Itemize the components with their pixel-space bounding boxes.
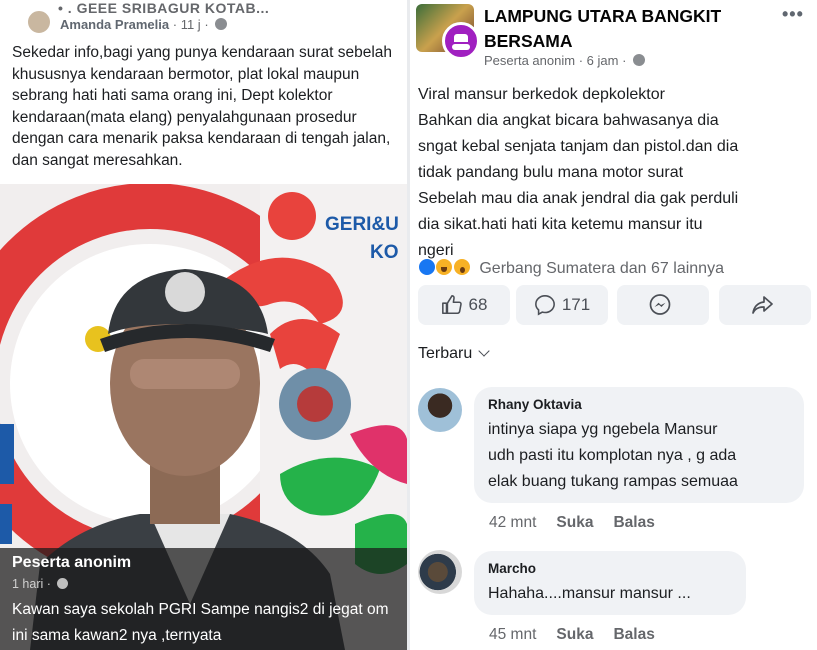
reactions-summary[interactable]: Gerbang Sumatera dan 67 lainnya	[418, 258, 724, 280]
comment-reply-button[interactable]: Balas	[613, 514, 654, 531]
post-meta: Peserta anonim · 6 jam ·	[484, 53, 646, 68]
overlay-separator: ·	[46, 577, 55, 591]
anonymous-member-icon	[442, 22, 480, 60]
comment-line: intinya siapa yg ngebela Mansur	[488, 421, 718, 438]
overlay-meta: 1 hari ·	[12, 577, 69, 591]
post-body: Sekedar info,bagi yang punya kendaraan s…	[12, 44, 393, 169]
comment-actions: 45 mnt Suka Balas	[489, 626, 675, 644]
author-name[interactable]: Amanda Pramelia	[60, 17, 169, 32]
comment-icon	[534, 295, 555, 316]
globe-icon	[57, 578, 69, 589]
post-meta: Amanda Pramelia · 11 j ·	[60, 17, 228, 32]
sign-text: GERI&U	[325, 214, 399, 235]
meta-separator: ·	[172, 17, 181, 32]
haha-reaction-icon	[435, 258, 454, 276]
meta-separator-2: ·	[622, 53, 631, 68]
overlay-author[interactable]: Peserta anonim	[12, 554, 131, 572]
author-avatar[interactable]	[26, 9, 52, 35]
chevron-down-icon	[478, 345, 490, 357]
comment-reply-button[interactable]: Balas	[613, 626, 654, 643]
sort-label: Terbaru	[418, 345, 473, 362]
like-count: 68	[468, 295, 488, 314]
comment-time[interactable]: 45 mnt	[489, 626, 536, 643]
comment-bubble: Marcho Hahaha....mansur mansur ...	[474, 551, 746, 615]
comment-sort-dropdown[interactable]: Terbaru	[418, 345, 490, 363]
commenter-name[interactable]: Marcho	[488, 561, 732, 576]
right-post-panel: LAMPUNG UTARA BANGKIT BERSAMA Peserta an…	[410, 0, 817, 650]
post-body-line: Bahkan dia angkat bicara bahwasanya dia	[418, 112, 719, 129]
post-body-line: sngat kebal senjata tanjam dan pistol.da…	[418, 138, 739, 155]
overlay-time[interactable]: 1 hari	[12, 577, 43, 591]
commenter-avatar[interactable]	[418, 550, 462, 594]
commenter-name[interactable]: Rhany Oktavia	[488, 397, 790, 412]
sign-text-2: KO	[370, 242, 399, 263]
comment-time[interactable]: 42 mnt	[489, 514, 536, 531]
group-title[interactable]: LAMPUNG UTARA BANGKIT BERSAMA	[484, 4, 774, 54]
wow-reaction-icon	[452, 258, 471, 276]
share-icon	[752, 296, 773, 314]
thumbs-up-icon	[441, 295, 462, 315]
comment-actions: 42 mnt Suka Balas	[489, 514, 675, 532]
overlay-body: Kawan saya sekolah PGRI Sampe nangis2 di…	[12, 601, 389, 644]
post-body-line: Sebelah mau dia anak jendral dia gak per…	[418, 190, 739, 207]
comment-button[interactable]: 171	[516, 285, 608, 325]
like-reaction-icon	[418, 258, 436, 276]
messenger-share-button[interactable]	[617, 285, 709, 325]
post-body-line: Viral mansur berkedok depkolektor	[418, 86, 665, 103]
left-post-panel: • . GEEE SRIBAGUR KOTAB... Amanda Pramel…	[0, 0, 407, 650]
post-header: • . GEEE SRIBAGUR KOTAB... Amanda Pramel…	[0, 0, 407, 36]
post-body: Viral mansur berkedok depkolektor Bahkan…	[418, 82, 814, 264]
globe-icon	[633, 54, 646, 66]
post-body-line: tidak pandang bulu mana motor surat	[418, 164, 684, 181]
comment-count: 171	[561, 295, 591, 314]
comment-bubble: Rhany Oktavia intinya siapa yg ngebela M…	[474, 387, 804, 503]
post-body-line: dia sikat.hati hati kita ketemu mansur i…	[418, 216, 703, 233]
meta-separator-2: ·	[204, 17, 213, 32]
share-button[interactable]	[719, 285, 811, 325]
messenger-icon	[649, 294, 671, 315]
comment-line: Hahaha....mansur mansur ...	[488, 585, 691, 602]
post-time[interactable]: 6 jam	[587, 53, 619, 68]
globe-icon	[215, 18, 228, 30]
commenter-avatar[interactable]	[418, 388, 462, 432]
group-name-truncated[interactable]: • . GEEE SRIBAGUR KOTAB...	[58, 0, 269, 16]
comment-line: udh pasti itu komplotan nya , g ada	[488, 447, 737, 464]
post-author[interactable]: Peserta anonim	[484, 53, 575, 68]
more-options-button[interactable]: •••	[782, 4, 804, 25]
comment-like-button[interactable]: Suka	[556, 514, 593, 531]
reactions-text: Gerbang Sumatera dan 67 lainnya	[479, 260, 724, 277]
post-time[interactable]: 11 j	[181, 17, 201, 32]
meta-separator: ·	[578, 53, 587, 68]
like-button[interactable]: 68	[418, 285, 510, 325]
comment-like-button[interactable]: Suka	[556, 626, 593, 643]
comment-line: elak buang tukang rampas semuaa	[488, 473, 738, 490]
